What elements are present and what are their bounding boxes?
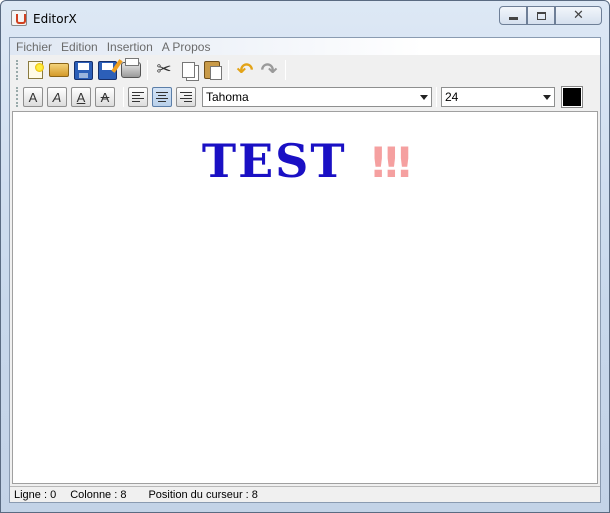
document-line: TEST!!!	[13, 134, 597, 188]
font-size-select[interactable]: 24	[441, 87, 555, 107]
chevron-down-icon	[543, 94, 551, 100]
document-exclamations: !!!	[368, 138, 415, 187]
undo-button[interactable]: ↶	[233, 58, 257, 82]
toolbar-separator	[147, 60, 148, 80]
toolbar-separator	[285, 60, 286, 80]
maximize-icon	[536, 11, 546, 20]
underline-button[interactable]: A	[71, 87, 91, 107]
menu-insertion[interactable]: Insertion	[107, 40, 153, 54]
save-button[interactable]	[71, 58, 95, 82]
status-cursor-position: Position du curseur : 8	[148, 488, 258, 501]
client-area: Fichier Edition Insertion A Propos ✂ ↶ ↷…	[9, 37, 601, 503]
print-icon	[121, 58, 141, 78]
status-column: Colonne : 8	[70, 488, 127, 501]
title-bar[interactable]: EditorX ✕	[1, 1, 609, 35]
align-center-icon	[156, 91, 168, 103]
text-color-button[interactable]	[561, 86, 583, 108]
align-center-button[interactable]	[152, 87, 172, 107]
redo-icon: ↷	[260, 58, 278, 82]
menu-a-propos[interactable]: A Propos	[162, 40, 211, 54]
toolbar-separator	[228, 60, 229, 80]
align-right-button[interactable]	[176, 87, 196, 107]
font-family-select[interactable]: Tahoma	[202, 87, 432, 107]
chevron-down-icon	[420, 94, 428, 100]
font-family-value: Tahoma	[206, 90, 249, 104]
save-icon	[73, 60, 93, 80]
close-icon: ✕	[573, 8, 584, 23]
open-icon	[49, 63, 69, 77]
strikethrough-button[interactable]: A	[95, 87, 115, 107]
italic-button[interactable]: A	[47, 87, 67, 107]
java-cup-icon	[11, 10, 27, 26]
paste-icon	[204, 61, 222, 80]
new-button[interactable]	[23, 58, 47, 82]
window-controls: ✕	[499, 6, 602, 25]
status-line: Ligne : 0	[14, 488, 57, 501]
text-editor-area[interactable]: TEST!!!	[12, 111, 598, 484]
copy-button[interactable]	[176, 58, 200, 82]
menu-fichier[interactable]: Fichier	[16, 40, 52, 54]
paste-button[interactable]	[200, 58, 224, 82]
save-as-button[interactable]	[95, 58, 119, 82]
status-bar: Ligne : 0 Colonne : 8 Position du curseu…	[10, 486, 600, 502]
minimize-button[interactable]	[499, 6, 527, 25]
menu-edition[interactable]: Edition	[61, 40, 98, 54]
window-title: EditorX	[33, 12, 77, 26]
undo-icon: ↶	[236, 58, 254, 82]
menu-bar: Fichier Edition Insertion A Propos	[10, 38, 600, 55]
new-icon	[27, 61, 44, 79]
bold-button[interactable]: A	[23, 87, 43, 107]
align-right-icon	[180, 91, 192, 103]
toolbar-separator	[123, 87, 124, 107]
align-left-icon	[132, 91, 144, 103]
print-button[interactable]	[119, 58, 143, 82]
main-toolbar: ✂ ↶ ↷	[10, 56, 600, 84]
close-button[interactable]: ✕	[555, 6, 602, 25]
open-button[interactable]	[47, 58, 71, 82]
toolbar-grip[interactable]	[16, 87, 19, 107]
save-as-icon	[97, 60, 117, 80]
toolbar-separator	[436, 87, 437, 107]
cut-icon: ✂	[156, 59, 172, 80]
cut-button[interactable]: ✂	[152, 58, 176, 82]
app-window: EditorX ✕ Fichier Edition Insertion A Pr…	[0, 0, 610, 513]
format-toolbar: A A A A Tahoma 24	[10, 84, 600, 110]
document-word: TEST	[201, 134, 347, 188]
maximize-button[interactable]	[527, 6, 555, 25]
align-left-button[interactable]	[128, 87, 148, 107]
minimize-icon	[508, 17, 518, 20]
font-size-value: 24	[445, 90, 459, 104]
copy-icon	[181, 62, 195, 78]
toolbar-grip[interactable]	[16, 60, 19, 80]
redo-button[interactable]: ↷	[257, 58, 281, 82]
